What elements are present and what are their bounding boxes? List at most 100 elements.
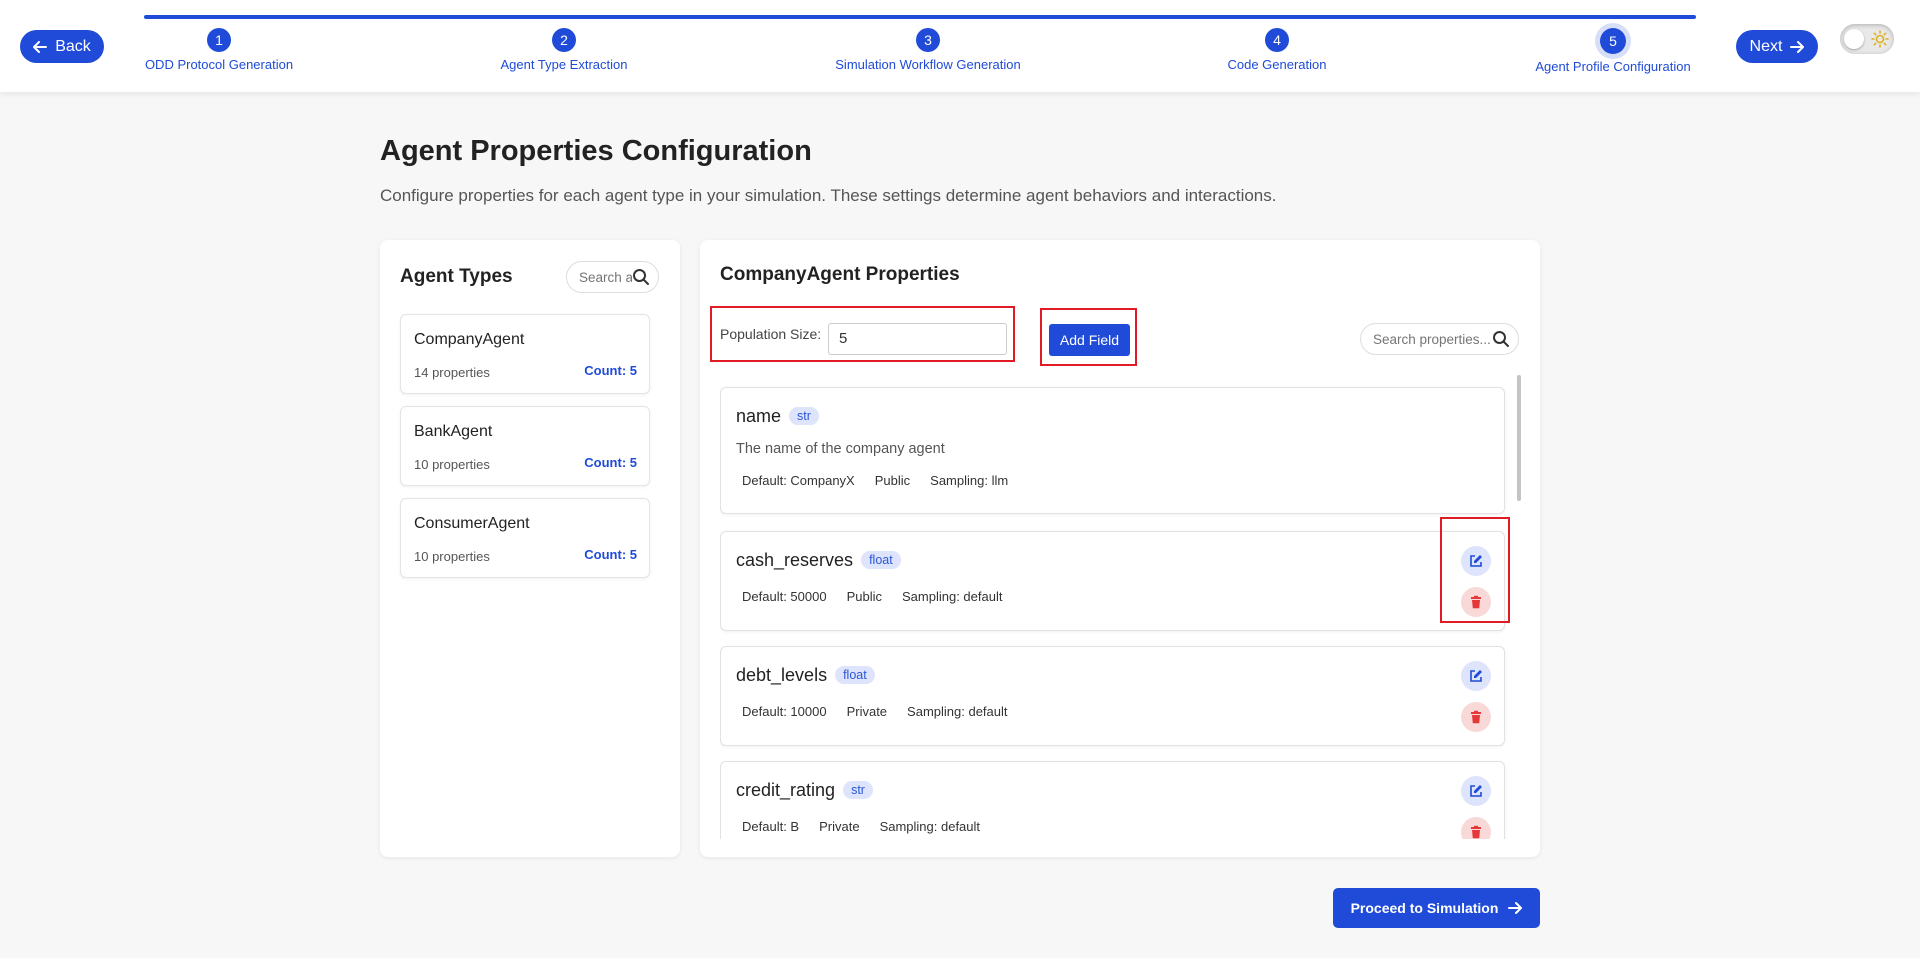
delete-property-button[interactable] [1461, 817, 1491, 839]
property-title-row: credit_rating str [736, 780, 873, 801]
arrow-right-icon [1508, 902, 1523, 914]
property-name: credit_rating [736, 780, 836, 800]
property-title-row: name str [736, 406, 819, 427]
property-type-badge: str [843, 781, 873, 799]
step-3[interactable]: 3 Simulation Workflow Generation [818, 28, 1038, 72]
property-card-credit-rating[interactable]: credit_rating str Default: B Private Samp… [720, 761, 1505, 839]
property-sampling: Sampling: default [879, 819, 981, 834]
property-sampling: Sampling: default [907, 704, 1008, 719]
property-card-cash-reserves[interactable]: cash_reserves float Default: 50000 Public… [720, 531, 1505, 631]
agent-name: BankAgent [414, 423, 493, 440]
step-label: ODD Protocol Generation [144, 57, 294, 72]
arrow-left-icon [33, 40, 48, 53]
property-meta: Default: CompanyX Public Sampling: llm [736, 473, 1022, 488]
step-label: Agent Profile Configuration [1535, 59, 1691, 74]
agent-search[interactable] [566, 261, 659, 293]
step-2[interactable]: 2 Agent Type Extraction [454, 28, 674, 72]
proceed-label: Proceed to Simulation [1350, 900, 1499, 916]
proceed-to-simulation-button[interactable]: Proceed to Simulation [1333, 888, 1540, 928]
property-visibility: Private [846, 704, 888, 719]
add-field-button[interactable]: Add Field [1049, 324, 1130, 356]
search-icon[interactable] [632, 268, 650, 286]
step-number: 5 [1600, 28, 1626, 54]
edit-icon [1470, 670, 1482, 682]
step-label: Code Generation [1227, 57, 1327, 72]
property-visibility: Public [846, 589, 882, 604]
agent-search-input[interactable] [579, 269, 632, 285]
property-type-badge: float [861, 551, 901, 569]
property-card-name[interactable]: name str The name of the company agent De… [720, 387, 1505, 514]
property-default: Default: 10000 [742, 704, 827, 719]
property-card-debt-levels[interactable]: debt_levels float Default: 10000 Private … [720, 646, 1505, 746]
edit-property-button[interactable] [1461, 661, 1491, 691]
theme-toggle[interactable] [1840, 24, 1894, 54]
agent-count: Count: 5 [584, 547, 637, 562]
agent-types-panel: Agent Types CompanyAgent 14 properties C… [380, 240, 680, 857]
back-label: Back [55, 37, 91, 55]
step-1[interactable]: 1 ODD Protocol Generation [109, 28, 329, 72]
step-number: 3 [916, 28, 940, 52]
property-search[interactable] [1360, 323, 1519, 355]
property-name: name [736, 406, 782, 426]
step-number: 4 [1265, 28, 1289, 52]
property-default: Default: 50000 [742, 589, 827, 604]
step-label: Simulation Workflow Generation [835, 57, 1021, 72]
trash-icon [1471, 825, 1481, 839]
property-title-row: debt_levels float [736, 665, 875, 686]
next-label: Next [1749, 37, 1783, 55]
property-sampling: Sampling: default [902, 589, 1003, 604]
agent-name: ConsumerAgent [414, 515, 530, 532]
agent-types-title: Agent Types [400, 266, 513, 287]
property-list[interactable]: name str The name of the company agent De… [720, 375, 1520, 839]
property-name: cash_reserves [736, 550, 854, 570]
delete-property-button[interactable] [1461, 702, 1491, 732]
property-meta: Default: 10000 Private Sampling: default [736, 704, 1022, 719]
property-search-input[interactable] [1373, 331, 1492, 347]
top-navigation: Back 1 ODD Protocol Generation 2 Agent T… [0, 0, 1920, 92]
arrow-right-icon [1790, 40, 1805, 53]
step-number: 1 [207, 28, 231, 52]
property-list-scrollbar[interactable] [1517, 375, 1521, 501]
property-meta: Default: B Private Sampling: default [736, 819, 994, 834]
next-button[interactable]: Next [1736, 30, 1818, 63]
progress-bar [144, 15, 1696, 19]
step-5[interactable]: 5 Agent Profile Configuration [1503, 28, 1723, 74]
property-visibility: Public [874, 473, 911, 488]
property-meta: Default: 50000 Public Sampling: default [736, 589, 1016, 604]
agent-property-count: 14 properties [414, 365, 490, 380]
step-number: 2 [552, 28, 576, 52]
agent-name: CompanyAgent [414, 331, 525, 348]
agent-card-bankagent[interactable]: BankAgent 10 properties Count: 5 [400, 406, 650, 486]
agent-property-count: 10 properties [414, 549, 490, 564]
actions-highlight [1440, 517, 1510, 623]
edit-property-button[interactable] [1461, 776, 1491, 806]
trash-icon [1471, 710, 1481, 724]
property-visibility: Private [819, 819, 860, 834]
properties-panel: CompanyAgent Properties Population Size:… [700, 240, 1540, 857]
page-title: Agent Properties Configuration [380, 135, 812, 167]
sun-icon [1871, 30, 1889, 48]
agent-card-consumeragent[interactable]: ConsumerAgent 10 properties Count: 5 [400, 498, 650, 578]
property-default: Default: B [742, 819, 800, 834]
population-size-group: Population Size: 5 [710, 306, 1015, 362]
agent-count: Count: 5 [584, 455, 637, 470]
step-label: Agent Type Extraction [500, 57, 628, 72]
agent-card-companyagent[interactable]: CompanyAgent 14 properties Count: 5 [400, 314, 650, 394]
population-size-label: Population Size: [720, 326, 822, 342]
property-name: debt_levels [736, 665, 828, 685]
toggle-knob [1844, 29, 1864, 49]
property-default: Default: CompanyX [742, 473, 855, 488]
property-sampling: Sampling: llm [930, 473, 1009, 488]
properties-title: CompanyAgent Properties [720, 264, 960, 285]
page-description: Configure properties for each agent type… [380, 186, 1277, 205]
population-size-input[interactable]: 5 [828, 323, 1007, 355]
step-4[interactable]: 4 Code Generation [1167, 28, 1387, 72]
add-field-highlight: Add Field [1040, 308, 1137, 366]
edit-icon [1470, 785, 1482, 797]
back-button[interactable]: Back [20, 30, 104, 63]
property-title-row: cash_reserves float [736, 550, 901, 571]
property-type-badge: float [835, 666, 875, 684]
property-description: The name of the company agent [736, 441, 945, 457]
agent-property-count: 10 properties [414, 457, 490, 472]
search-icon[interactable] [1492, 330, 1510, 348]
